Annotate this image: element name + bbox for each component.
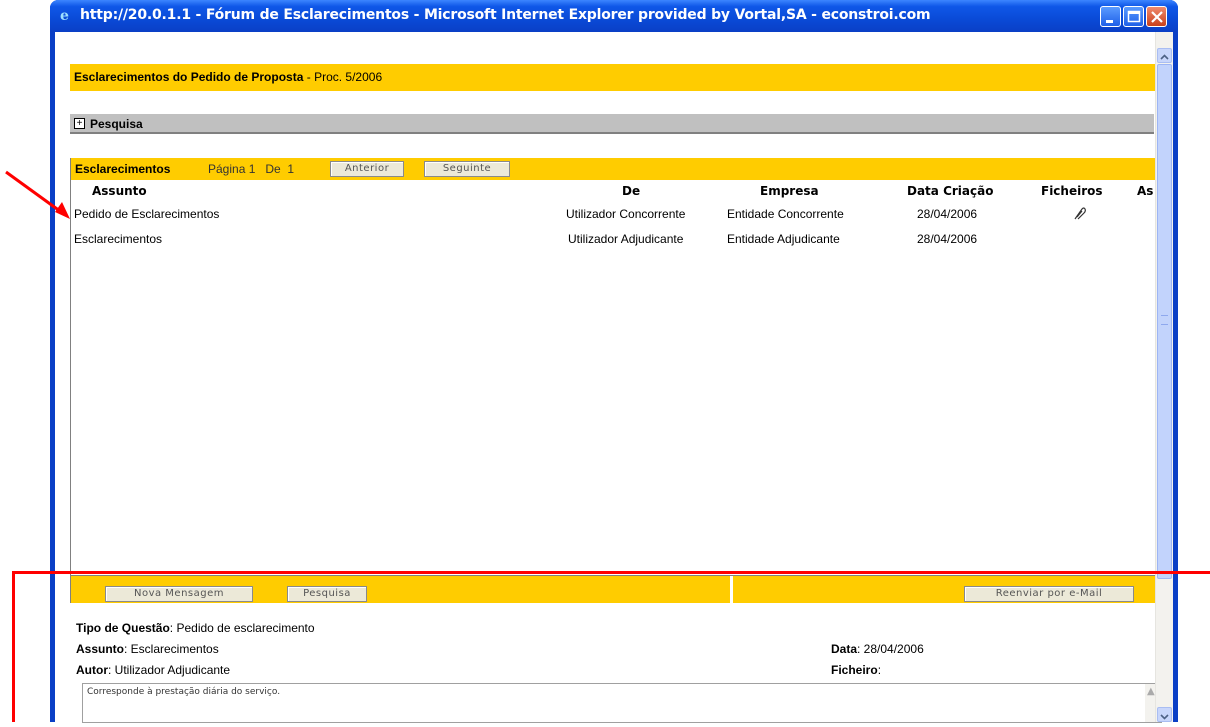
process-number: - Proc. 5/2006 [303, 70, 383, 84]
close-icon [1151, 11, 1163, 23]
annotation-line-top [12, 571, 1210, 574]
date: Data: 28/04/2006 [831, 642, 924, 656]
column-assunto[interactable]: Assunto [92, 184, 147, 198]
message-text: Corresponde à prestação diária do serviç… [87, 687, 281, 697]
scroll-down-button[interactable] [1157, 707, 1172, 722]
window-title: http://20.0.1.1 - Fórum de Esclareciment… [80, 7, 931, 23]
search-section-header[interactable]: + Pesquisa [70, 114, 1154, 134]
scroll-up-button[interactable] [1157, 48, 1172, 63]
attachment: Ficheiro: [831, 663, 882, 677]
row-data: 28/04/2006 [917, 232, 978, 246]
scroll-thumb[interactable] [1157, 64, 1172, 579]
row-assunto[interactable]: Pedido de Esclarecimentos [74, 207, 219, 221]
pagination-text: Página 1 De 1 [208, 162, 295, 176]
table-row[interactable]: Esclarecimentos Utilizador Adjudicante E… [71, 232, 1155, 252]
title-bar[interactable]: e http://20.0.1.1 - Fórum de Esclarecime… [50, 0, 1178, 32]
messages-toolbar: Esclarecimentos Página 1 De 1 Anterior S… [71, 158, 1155, 180]
maximize-button[interactable] [1123, 6, 1144, 27]
grip-icon [1161, 315, 1168, 325]
column-empresa[interactable]: Empresa [760, 184, 819, 198]
page-content: Esclarecimentos do Pedido de Proposta - … [55, 32, 1173, 723]
column-ficheiros[interactable]: Ficheiros [1041, 184, 1103, 198]
row-de: Utilizador Adjudicante [568, 232, 684, 246]
messages-panel: Esclarecimentos Página 1 De 1 Anterior S… [70, 158, 1155, 576]
column-de[interactable]: De [622, 184, 640, 198]
divider [730, 576, 733, 603]
message-body[interactable]: Corresponde à prestação diária do serviç… [82, 683, 1162, 723]
column-data-criacao[interactable]: Data Criação [907, 184, 993, 198]
scroll-up-icon[interactable]: ▲ [1147, 686, 1155, 697]
close-button[interactable] [1146, 6, 1167, 27]
row-assunto[interactable]: Esclarecimentos [74, 232, 162, 246]
column-as[interactable]: As [1137, 184, 1153, 198]
question-type: Tipo de Questão: Pedido de esclareciment… [76, 621, 315, 635]
page-title: Esclarecimentos do Pedido de Proposta [74, 70, 304, 84]
chevron-down-icon [1160, 714, 1169, 720]
previous-page-button[interactable]: Anterior [330, 161, 404, 177]
minimize-icon [1106, 20, 1113, 23]
subject: Assunto: Esclarecimentos [76, 642, 219, 656]
new-message-button[interactable]: Nova Mensagem [105, 586, 253, 602]
row-de: Utilizador Concorrente [566, 207, 686, 221]
annotation-arrow [5, 170, 70, 219]
paperclip-icon[interactable] [1071, 205, 1087, 221]
page-header: Esclarecimentos do Pedido de Proposta - … [70, 64, 1155, 91]
search-section-label: Pesquisa [90, 117, 143, 131]
row-empresa: Entidade Concorrente [727, 207, 844, 221]
table-row[interactable]: Pedido de Esclarecimentos Utilizador Con… [71, 207, 1155, 227]
table-header: Assunto De Empresa Data Criação Ficheiro… [71, 184, 1155, 202]
author: Autor: Utilizador Adjudicante [76, 663, 231, 677]
row-empresa: Entidade Adjudicante [727, 232, 840, 246]
message-details: Tipo de Questão: Pedido de esclareciment… [70, 603, 1162, 723]
actions-bar: Nova Mensagem Pesquisa Reenviar por e-Ma… [70, 576, 1155, 603]
next-page-button[interactable]: Seguinte [424, 161, 510, 177]
chevron-up-icon [1160, 54, 1169, 60]
maximize-icon [1127, 10, 1141, 23]
row-data: 28/04/2006 [917, 207, 978, 221]
minimize-button[interactable] [1100, 6, 1121, 27]
resend-email-button[interactable]: Reenviar por e-Mail [964, 586, 1134, 602]
search-button[interactable]: Pesquisa [287, 586, 367, 602]
messages-title: Esclarecimentos [75, 162, 171, 176]
browser-window: e http://20.0.1.1 - Fórum de Esclarecime… [50, 0, 1178, 723]
annotation-line-left [12, 571, 15, 722]
page-scrollbar[interactable] [1155, 32, 1173, 722]
